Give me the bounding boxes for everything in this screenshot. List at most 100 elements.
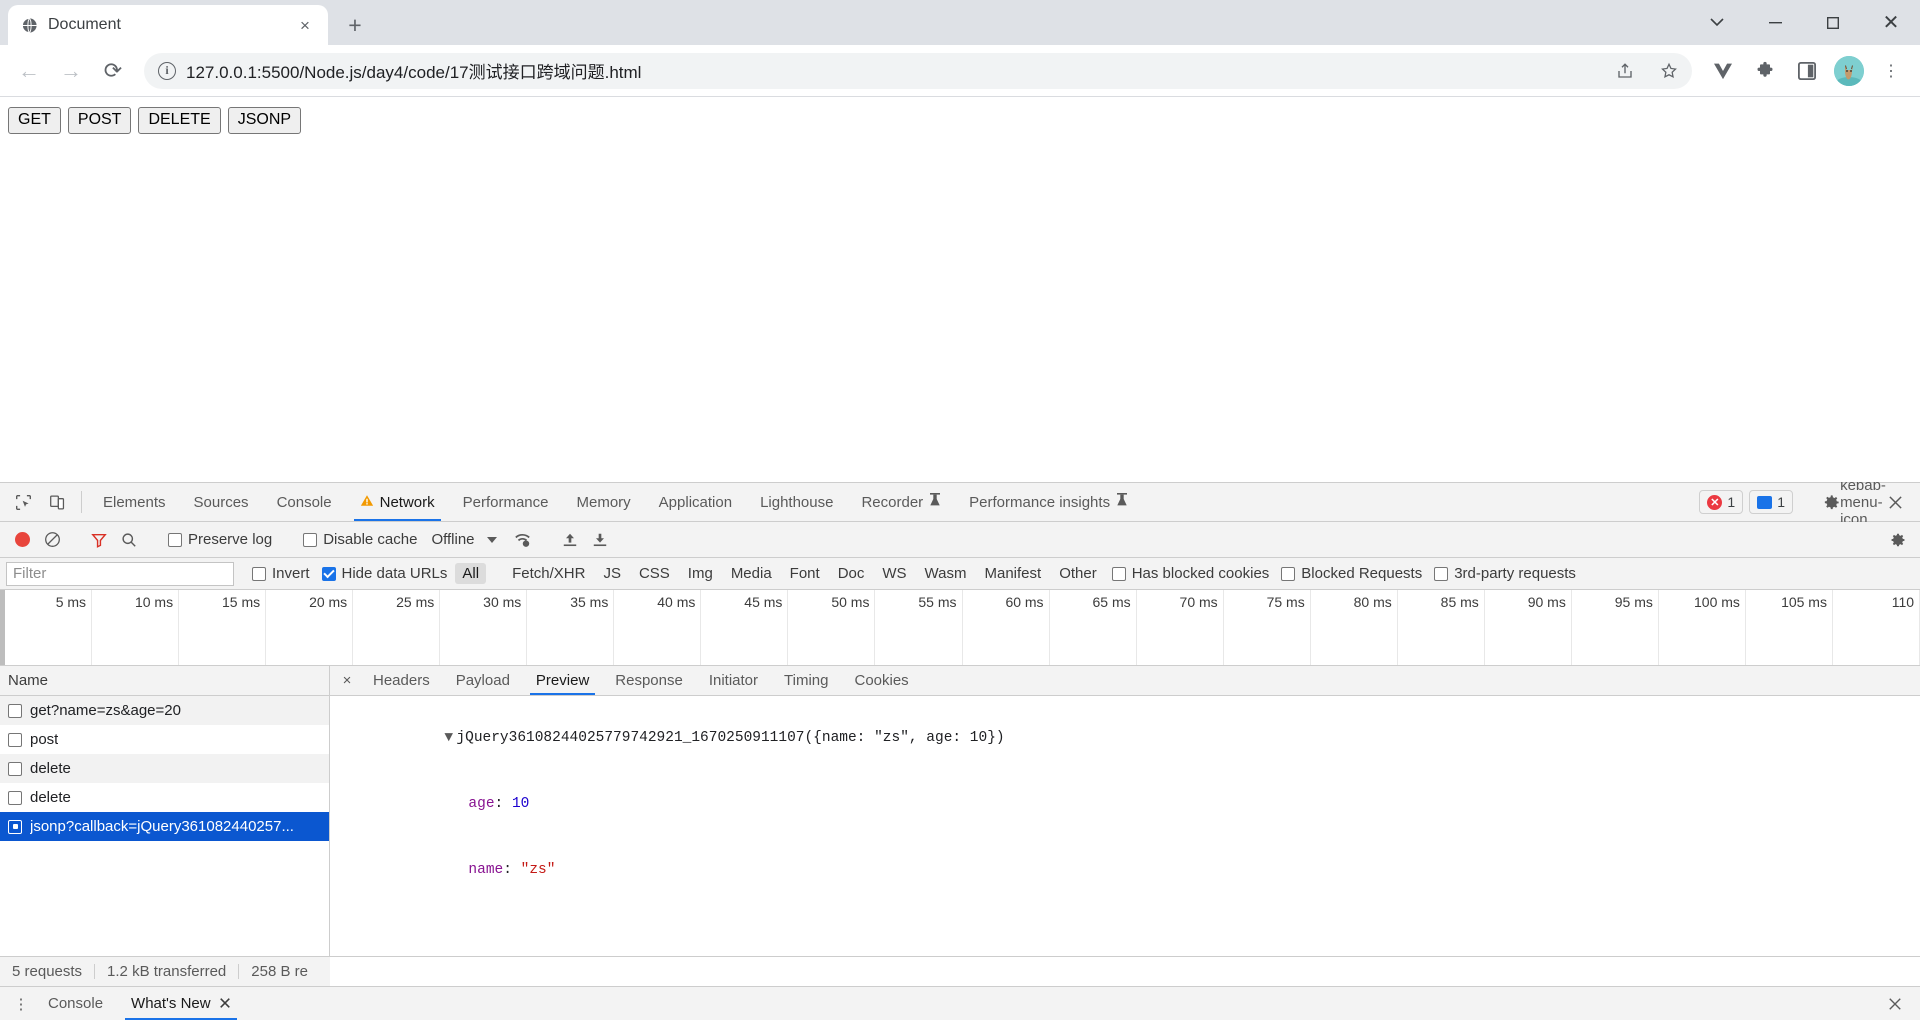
address-bar[interactable]: i 127.0.0.1:5500/Node.js/day4/code/17测试接… xyxy=(144,53,1692,89)
network-conditions-icon[interactable] xyxy=(509,526,537,554)
type-filter-css[interactable]: CSS xyxy=(632,563,677,584)
inspect-element-icon[interactable] xyxy=(6,483,40,521)
type-filter-other[interactable]: Other xyxy=(1052,563,1104,584)
timeline-tick: 60 ms xyxy=(963,590,1050,665)
tab-memory[interactable]: Memory xyxy=(563,483,645,521)
avatar[interactable] xyxy=(1834,56,1864,86)
filter-funnel-icon[interactable] xyxy=(85,526,113,554)
hide-data-urls-checkbox[interactable]: Hide data URLs xyxy=(322,565,448,582)
tab-response[interactable]: Response xyxy=(602,666,696,695)
vue-devtools-icon[interactable] xyxy=(1704,52,1742,90)
close-detail-icon[interactable]: × xyxy=(334,666,360,695)
side-panel-icon[interactable] xyxy=(1788,52,1826,90)
blocked-requests-checkbox[interactable]: Blocked Requests xyxy=(1281,565,1422,582)
type-filter-js[interactable]: JS xyxy=(596,563,628,584)
third-party-requests-checkbox[interactable]: 3rd-party requests xyxy=(1434,565,1576,582)
filter-input[interactable]: Filter xyxy=(6,562,234,586)
maximize-button[interactable] xyxy=(1804,0,1862,45)
network-overview-timeline[interactable]: 5 ms 10 ms 15 ms 20 ms 25 ms 30 ms 35 ms… xyxy=(0,590,1920,666)
request-column-header[interactable]: Name xyxy=(0,666,329,696)
back-icon[interactable]: ← xyxy=(10,52,48,90)
request-name: post xyxy=(30,731,58,748)
type-filter-fetch-xhr[interactable]: Fetch/XHR xyxy=(505,563,592,584)
preserve-log-checkbox[interactable]: Preserve log xyxy=(168,531,272,548)
type-filter-media[interactable]: Media xyxy=(724,563,779,584)
window-close-button[interactable]: ✕ xyxy=(1862,0,1920,45)
table-row[interactable]: delete xyxy=(0,783,329,812)
url-text[interactable]: 127.0.0.1:5500/Node.js/day4/code/17测试接口跨… xyxy=(186,58,1598,83)
tick-label: 40 ms xyxy=(657,594,695,610)
table-row[interactable]: jsonp?callback=jQuery361082440257... xyxy=(0,812,329,841)
minimize-button[interactable] xyxy=(1746,0,1804,45)
tab-initiator[interactable]: Initiator xyxy=(696,666,771,695)
jsonp-button[interactable]: JSONP xyxy=(228,107,301,134)
table-row[interactable]: delete xyxy=(0,754,329,783)
delete-button[interactable]: DELETE xyxy=(138,107,220,134)
post-button[interactable]: POST xyxy=(68,107,132,134)
chevron-down-icon[interactable] xyxy=(487,537,497,543)
tab-payload[interactable]: Payload xyxy=(443,666,523,695)
message-count-badge[interactable]: 1 xyxy=(1749,490,1793,514)
close-icon[interactable] xyxy=(219,996,231,1012)
browser-menu-icon[interactable]: ⋮ xyxy=(1872,52,1910,90)
type-filter-font[interactable]: Font xyxy=(783,563,827,584)
type-filter-wasm[interactable]: Wasm xyxy=(918,563,974,584)
tab-recorder[interactable]: Recorder xyxy=(847,483,955,521)
table-row[interactable]: post xyxy=(0,725,329,754)
tab-performance[interactable]: Performance xyxy=(449,483,563,521)
drawer-tab-whats-new[interactable]: What's New xyxy=(117,987,245,1020)
tab-sources[interactable]: Sources xyxy=(180,483,263,521)
preview-root-line[interactable]: ▼jQuery36108244025779742921_167025091110… xyxy=(340,705,1910,771)
type-filter-manifest[interactable]: Manifest xyxy=(978,563,1049,584)
tab-preview[interactable]: Preview xyxy=(523,666,602,695)
request-name: delete xyxy=(30,760,71,777)
table-row[interactable]: get?name=zs&age=20 xyxy=(0,696,329,725)
type-filter-doc[interactable]: Doc xyxy=(831,563,872,584)
request-detail-panel: × Headers Payload Preview Response Initi… xyxy=(330,666,1920,956)
tab-headers[interactable]: Headers xyxy=(360,666,443,695)
tab-elements[interactable]: Elements xyxy=(89,483,180,521)
close-devtools-icon[interactable] xyxy=(1880,487,1910,517)
kebab-menu-icon[interactable]: kebab-menu-icon xyxy=(1848,487,1878,517)
disable-cache-checkbox[interactable]: Disable cache xyxy=(303,531,417,548)
device-toolbar-icon[interactable] xyxy=(40,483,74,521)
flask-icon xyxy=(929,493,941,511)
share-icon[interactable] xyxy=(1608,54,1642,88)
tab-console[interactable]: Console xyxy=(263,483,346,521)
search-icon[interactable] xyxy=(115,526,143,554)
drawer-tab-console[interactable]: Console xyxy=(34,987,117,1020)
tab-application[interactable]: Application xyxy=(645,483,746,521)
tab-search-button[interactable] xyxy=(1688,0,1746,45)
drawer-menu-icon[interactable]: ⋮ xyxy=(8,987,34,1020)
error-count-badge[interactable]: ✕ 1 xyxy=(1699,490,1743,514)
tab-network[interactable]: Network xyxy=(346,483,449,521)
forward-icon[interactable]: → xyxy=(52,52,90,90)
invert-checkbox[interactable]: Invert xyxy=(252,565,310,582)
browser-tab[interactable]: Document × xyxy=(8,5,328,45)
type-filter-all[interactable]: All xyxy=(455,563,486,584)
network-settings-gear-icon[interactable] xyxy=(1884,526,1912,554)
throttling-select[interactable]: Offline xyxy=(431,531,474,548)
type-filter-ws[interactable]: WS xyxy=(875,563,913,584)
import-har-icon[interactable] xyxy=(556,526,584,554)
extensions-puzzle-icon[interactable] xyxy=(1746,52,1784,90)
tab-performance-insights[interactable]: Performance insights xyxy=(955,483,1142,521)
record-button[interactable] xyxy=(8,526,36,554)
tab-close-icon[interactable]: × xyxy=(294,14,316,36)
timeline-tick: 100 ms xyxy=(1659,590,1746,665)
reload-icon[interactable]: ⟳ xyxy=(94,52,132,90)
tab-lighthouse[interactable]: Lighthouse xyxy=(746,483,847,521)
new-tab-button[interactable]: + xyxy=(338,8,372,42)
type-filter-img[interactable]: Img xyxy=(681,563,720,584)
disclosure-triangle-icon[interactable]: ▼ xyxy=(444,727,456,749)
clear-icon[interactable] xyxy=(38,526,66,554)
has-blocked-cookies-checkbox[interactable]: Has blocked cookies xyxy=(1112,565,1270,582)
checkbox-icon xyxy=(1112,567,1126,581)
tab-cookies[interactable]: Cookies xyxy=(841,666,921,695)
tab-timing[interactable]: Timing xyxy=(771,666,841,695)
site-info-icon[interactable]: i xyxy=(158,62,176,80)
close-drawer-icon[interactable] xyxy=(1880,989,1910,1019)
export-har-icon[interactable] xyxy=(586,526,614,554)
get-button[interactable]: GET xyxy=(8,107,61,134)
star-icon[interactable] xyxy=(1652,54,1686,88)
